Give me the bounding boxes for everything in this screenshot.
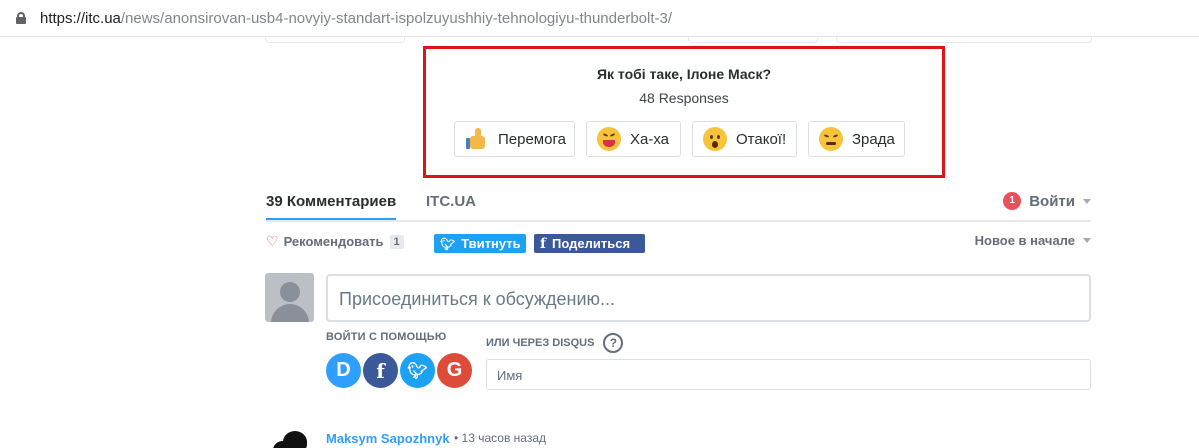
comments-tab-bar: 39 Комментариев ITC.UA 1 Войти	[266, 190, 1091, 222]
login-with-label: ВОЙТИ С ПОМОЩЬЮ	[326, 331, 447, 343]
reaction-button-peremoha[interactable]: Перемога	[454, 121, 575, 157]
comment-timestamp[interactable]: • 13 часов назад	[454, 431, 546, 445]
tab-itc-ua[interactable]: ITC.UA	[426, 193, 476, 210]
commenter-avatar[interactable]	[265, 427, 314, 448]
reaction-label: Отакої!	[736, 130, 787, 148]
recommend-count: 1	[389, 234, 404, 249]
url-host: https://itc.ua	[40, 10, 121, 27]
twitter-icon: 🐦︎	[407, 362, 428, 380]
twitter-login-button[interactable]: 🐦︎	[400, 353, 435, 388]
comment-author[interactable]: Maksym Sapozhnyk	[326, 431, 450, 446]
tweet-button[interactable]: 🐦︎ Твитнуть	[434, 234, 526, 253]
tab-comments[interactable]: 39 Комментариев	[266, 193, 396, 210]
reaction-button-zrada[interactable]: Зрада	[808, 121, 905, 157]
reaction-label: Зрада	[852, 130, 895, 148]
lock-icon	[16, 12, 26, 24]
recommend-button[interactable]: ♡ Рекомендовать 1	[266, 233, 404, 250]
partial-card	[688, 37, 818, 43]
google-login-button[interactable]: G	[437, 353, 472, 388]
tweet-label: Твитнуть	[461, 236, 521, 251]
reaction-label: Перемога	[498, 130, 566, 148]
twitter-icon: 🐦︎	[440, 236, 456, 251]
chevron-down-icon	[1083, 198, 1091, 204]
active-tab-indicator	[266, 218, 396, 220]
sort-label: Новое в начале	[974, 233, 1075, 248]
laughing-emoji-icon	[597, 127, 621, 151]
reactions-panel: Як тобі таке, Ілоне Маск? 48 Responses П…	[423, 46, 945, 178]
facebook-login-button[interactable]: f	[363, 353, 398, 388]
comment-input[interactable]: Присоединиться к обсуждению...	[326, 274, 1091, 322]
facebook-share-button[interactable]: f Поделиться	[534, 234, 645, 253]
partial-card	[836, 37, 1092, 43]
login-menu[interactable]: 1 Войти	[1003, 192, 1091, 210]
recommend-label: Рекомендовать	[283, 234, 384, 249]
sort-dropdown[interactable]: Новое в начале	[975, 233, 1091, 248]
facebook-icon: f	[540, 235, 547, 252]
partial-card	[265, 37, 405, 43]
disqus-icon: D	[336, 359, 351, 381]
address-bar[interactable]: https://itc.ua/news/anonsirovan-usb4-nov…	[0, 0, 1199, 37]
via-disqus-label: ИЛИ ЧЕРЕЗ DISQUS	[486, 337, 595, 349]
facebook-icon: f	[376, 358, 385, 383]
via-disqus-row: ИЛИ ЧЕРЕЗ DISQUS ?	[486, 333, 624, 353]
google-icon: G	[446, 359, 463, 381]
thumbs-up-icon	[465, 127, 489, 151]
reactions-title: Як тобі таке, Ілоне Маск?	[596, 66, 772, 82]
url-text[interactable]: https://itc.ua/news/anonsirovan-usb4-nov…	[40, 10, 672, 27]
angry-emoji-icon	[819, 127, 843, 151]
name-field[interactable]: Имя	[486, 359, 1091, 390]
share-label: Поделиться	[552, 236, 631, 251]
surprised-emoji-icon	[703, 127, 727, 151]
url-path: /news/anonsirovan-usb4-novyiy-standart-i…	[120, 10, 673, 27]
notification-badge: 1	[1003, 192, 1022, 210]
reaction-button-otakoi[interactable]: Отакої!	[692, 121, 797, 157]
disqus-login-button[interactable]: D	[326, 353, 361, 388]
login-label: Войти	[1029, 192, 1075, 210]
heart-icon: ♡	[266, 233, 279, 249]
user-avatar	[265, 273, 314, 322]
chevron-down-icon	[1083, 238, 1091, 243]
responses-count: 48 Responses	[639, 90, 729, 106]
help-icon[interactable]: ?	[603, 333, 624, 353]
reaction-button-khakha[interactable]: Ха-ха	[586, 121, 681, 157]
comments-actions: ♡ Рекомендовать 1 🐦︎ Твитнуть f Поделить…	[266, 233, 1091, 253]
reaction-label: Ха-ха	[630, 130, 670, 148]
